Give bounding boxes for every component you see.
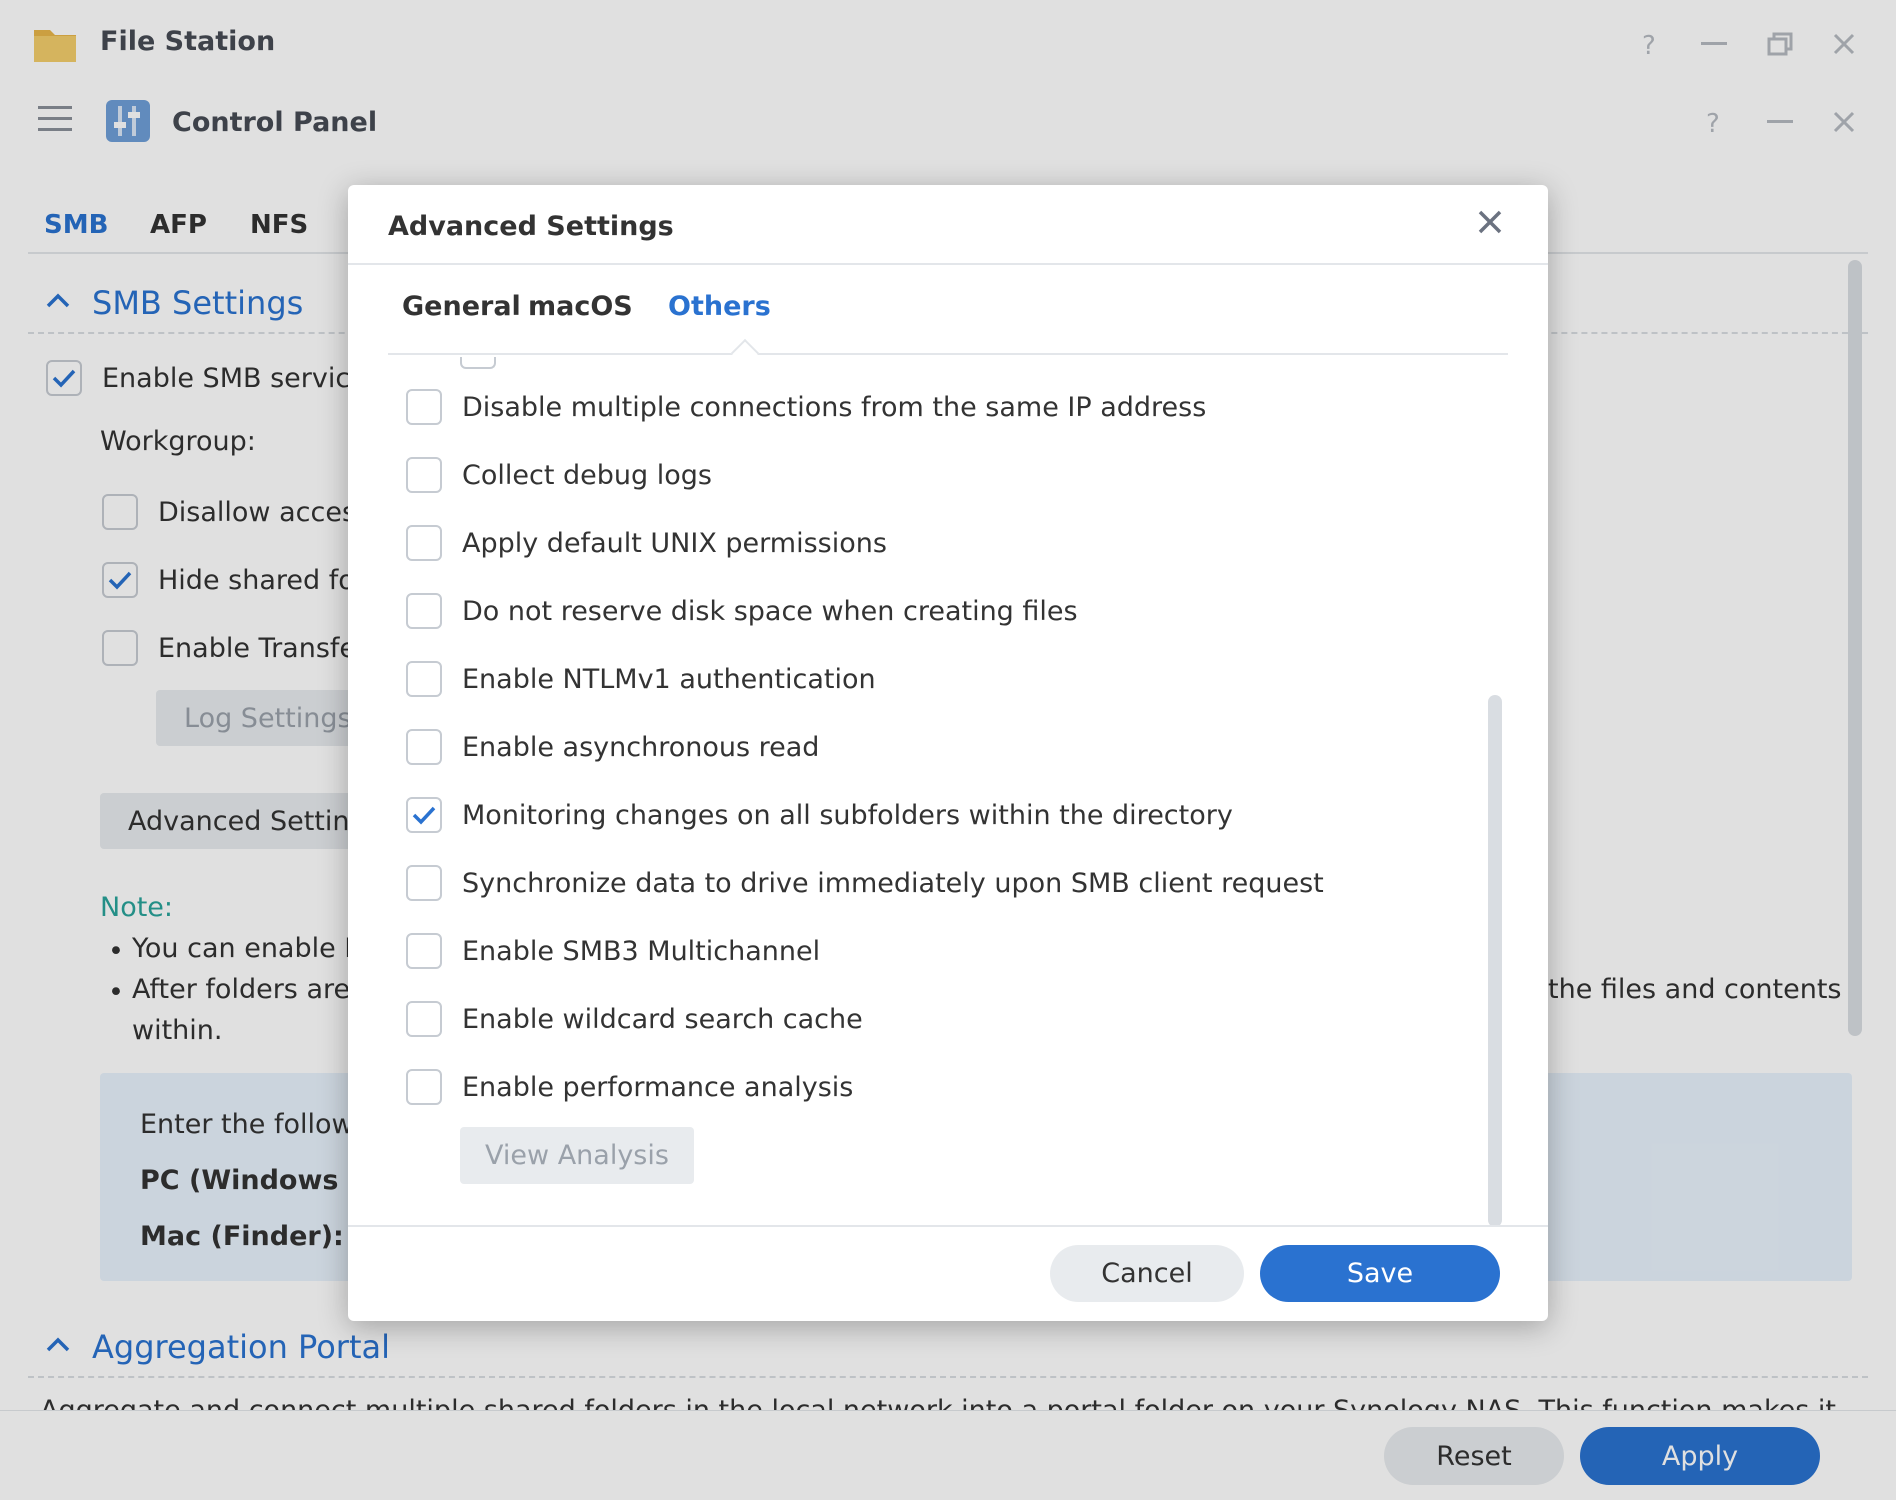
option-row[interactable]: Enable SMB3 Multichannel <box>406 933 820 969</box>
option-checkbox-checked[interactable] <box>406 797 442 833</box>
option-row[interactable]: Do not reserve disk space when creating … <box>406 593 1078 629</box>
option-label: Disable multiple connections from the sa… <box>462 391 1207 423</box>
option-checkbox[interactable] <box>406 661 442 697</box>
option-checkbox[interactable] <box>406 933 442 969</box>
option-row[interactable]: Enable asynchronous read <box>406 729 819 765</box>
option-checkbox[interactable] <box>406 865 442 901</box>
tab-general[interactable]: General <box>402 291 521 322</box>
tab-others[interactable]: Others <box>668 291 771 322</box>
close-icon[interactable] <box>1475 207 1505 237</box>
option-row[interactable]: Collect debug logs <box>406 457 712 493</box>
option-checkbox[interactable] <box>406 389 442 425</box>
tab-macos[interactable]: macOS <box>528 291 633 322</box>
option-checkbox-clipped[interactable] <box>460 357 496 369</box>
option-label: Enable wildcard search cache <box>462 1003 863 1035</box>
option-checkbox[interactable] <box>406 1069 442 1105</box>
option-label: Apply default UNIX permissions <box>462 527 887 559</box>
dialog-footer: Cancel Save <box>348 1225 1548 1321</box>
option-checkbox[interactable] <box>406 729 442 765</box>
dialog-scrollbar[interactable] <box>1488 695 1502 1227</box>
option-row[interactable]: Enable wildcard search cache <box>406 1001 863 1037</box>
dialog-title: Advanced Settings <box>388 211 674 242</box>
option-checkbox[interactable] <box>406 1001 442 1037</box>
cancel-button[interactable]: Cancel <box>1050 1245 1244 1302</box>
dialog-tabs: General macOS Others <box>388 291 1508 368</box>
dialog-options-list: Disable multiple connections from the sa… <box>348 357 1548 1197</box>
option-checkbox[interactable] <box>406 525 442 561</box>
option-label: Collect debug logs <box>462 459 712 491</box>
dialog-header: Advanced Settings <box>348 185 1548 265</box>
option-checkbox[interactable] <box>406 593 442 629</box>
option-row[interactable]: Synchronize data to drive immediately up… <box>406 865 1324 901</box>
save-button[interactable]: Save <box>1260 1245 1500 1302</box>
option-row[interactable]: Apply default UNIX permissions <box>406 525 887 561</box>
view-analysis-button[interactable]: View Analysis <box>460 1127 694 1184</box>
option-label: Enable performance analysis <box>462 1071 854 1103</box>
option-label: Enable SMB3 Multichannel <box>462 935 821 967</box>
option-label: Enable NTLMv1 authentication <box>462 663 876 695</box>
option-row[interactable]: Disable multiple connections from the sa… <box>406 389 1206 425</box>
advanced-settings-dialog: Advanced Settings General macOS Others D… <box>348 185 1548 1321</box>
option-label: Monitoring changes on all subfolders wit… <box>462 799 1233 831</box>
option-label: Do not reserve disk space when creating … <box>462 595 1078 627</box>
option-label: Synchronize data to drive immediately up… <box>462 867 1324 899</box>
option-row[interactable]: Monitoring changes on all subfolders wit… <box>406 797 1233 833</box>
option-row[interactable]: Enable NTLMv1 authentication <box>406 661 876 697</box>
option-row[interactable]: Enable performance analysis <box>406 1069 853 1105</box>
option-label: Enable asynchronous read <box>462 731 820 763</box>
option-checkbox[interactable] <box>406 457 442 493</box>
